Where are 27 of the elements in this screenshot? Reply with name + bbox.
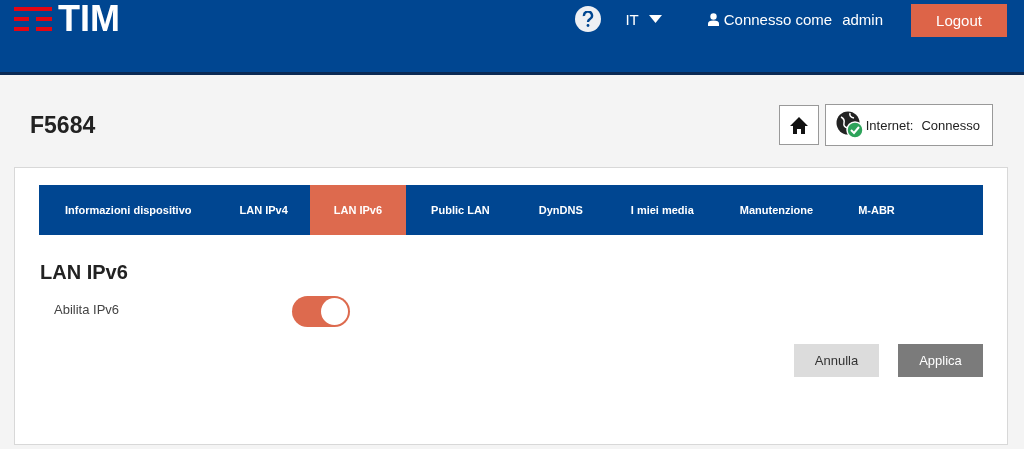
tab[interactable]: DynDNS [514,185,607,235]
tab[interactable]: Manutenzione [717,185,836,235]
setting-label: Abilita IPv6 [54,302,121,317]
user-name: admin [842,10,883,28]
toggle-switch[interactable] [292,296,350,327]
logo-bars-icon [14,7,52,31]
section-title: LAN IPv6 [40,261,129,284]
help-icon[interactable] [575,6,602,32]
language-selector[interactable]: IT [625,10,662,28]
tab[interactable]: I miei media [606,185,718,235]
tab[interactable]: LAN IPv4 [217,185,310,235]
home-icon [789,116,808,134]
user-label: Connesso come [723,10,833,28]
home-button[interactable] [778,105,819,145]
internet-label: Internet: [865,117,914,133]
user-icon [707,12,719,26]
device-title: F5684 [30,111,96,139]
internet-status: Connesso [921,117,980,133]
globe-check-icon [835,111,864,139]
tab[interactable]: Informazioni dispositivo [39,185,218,235]
cancel-button[interactable]: Annulla [794,344,879,377]
tab[interactable]: M-ABR [835,185,918,235]
caret-down-icon [648,15,662,23]
logout-button[interactable]: Logout [911,3,1007,37]
logo-text: TIM [58,0,120,40]
tab[interactable]: Public LAN [406,185,515,235]
apply-button[interactable]: Applica [898,344,983,377]
